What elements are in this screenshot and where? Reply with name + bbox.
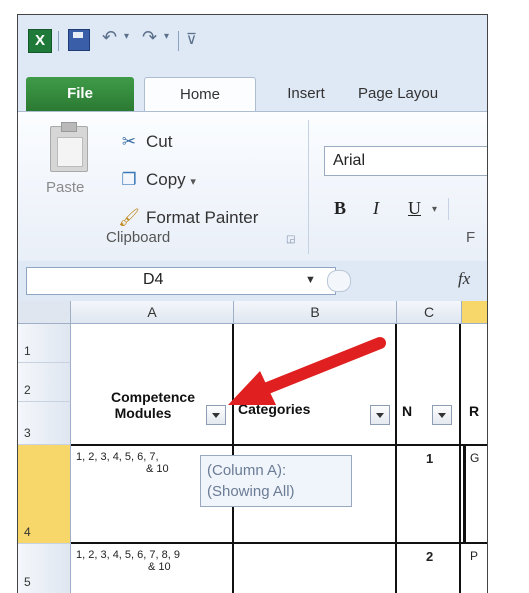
group-divider xyxy=(448,198,449,220)
redo-icon[interactable]: ↷ xyxy=(142,27,157,48)
paste-button[interactable]: Paste xyxy=(46,179,84,196)
quick-access-toolbar: X ↶ ▾ ↷ ▾ ⊽ xyxy=(18,15,487,71)
excel-icon: X xyxy=(28,29,52,53)
name-box[interactable]: D4 ▼ xyxy=(26,267,351,295)
row-header-5[interactable]: 5 xyxy=(18,544,71,593)
font-group-label: F xyxy=(466,229,476,246)
save-icon[interactable] xyxy=(68,29,90,51)
copy-dropdown-icon[interactable]: ▾ xyxy=(190,176,196,188)
cell-d4[interactable]: G xyxy=(470,451,479,465)
paste-icon[interactable] xyxy=(50,122,88,172)
copy-button[interactable]: ❐ Copy ▾ xyxy=(118,170,196,190)
ribbon-tabs: File Home Insert Page Layou xyxy=(18,71,487,113)
cell-border xyxy=(71,542,487,544)
row-header-3[interactable]: 3 xyxy=(18,402,71,445)
underline-button[interactable]: U xyxy=(408,198,421,219)
row-number: 3 xyxy=(24,426,31,440)
header-line: Competence xyxy=(110,389,196,405)
header-line: Modules xyxy=(114,405,172,421)
select-all-corner[interactable] xyxy=(18,301,71,324)
clipboard-group-label: Clipboard xyxy=(106,229,171,246)
row-header-2[interactable]: 2 xyxy=(18,363,71,402)
tab-file[interactable]: File xyxy=(26,77,134,111)
undo-dropdown-icon[interactable]: ▾ xyxy=(124,31,129,42)
cell-border xyxy=(395,324,397,593)
group-divider xyxy=(308,120,309,254)
redo-dropdown-icon[interactable]: ▾ xyxy=(164,31,169,42)
customize-toolbar-icon[interactable]: ⊽ xyxy=(186,30,197,48)
dialog-launcher-icon[interactable]: ◲ xyxy=(286,234,295,245)
header-c: N xyxy=(402,403,413,419)
row-number: 1 xyxy=(24,344,31,358)
row-header-1[interactable]: 1 xyxy=(18,324,71,363)
paintbrush-icon: 🖌 xyxy=(118,208,140,227)
toolbar-divider xyxy=(178,31,179,51)
formula-bar: D4 ▼ fx xyxy=(18,261,487,302)
header-d: R xyxy=(469,403,480,419)
tab-insert[interactable]: Insert xyxy=(266,77,346,111)
name-box-dropdown-icon[interactable]: ▼ xyxy=(305,274,316,286)
excel-window: X ↶ ▾ ↷ ▾ ⊽ File Home Insert Page Layou … xyxy=(17,14,488,593)
row-header-4[interactable]: 4 xyxy=(18,445,71,544)
cell-c5[interactable]: 2 xyxy=(426,549,433,564)
scissors-icon: ✂ xyxy=(121,132,137,151)
tab-page-layout[interactable]: Page Layou xyxy=(358,77,487,111)
cell-a4[interactable]: 1, 2, 3, 4, 5, 6, 7, & 10 xyxy=(76,451,196,475)
insert-function-button[interactable]: fx xyxy=(458,269,470,289)
filter-dropdown-icon[interactable] xyxy=(432,405,452,425)
annotation-arrow xyxy=(228,337,386,405)
cell-line: & 10 xyxy=(148,561,171,573)
cell-c4[interactable]: 1 xyxy=(426,451,433,466)
column-header-b[interactable]: B xyxy=(234,301,397,324)
row-number: 2 xyxy=(24,383,31,397)
cell-border xyxy=(71,444,487,446)
cell-d5[interactable]: P xyxy=(470,549,478,563)
format-painter-label: Format Painter xyxy=(146,208,259,227)
italic-button[interactable]: I xyxy=(373,198,379,219)
column-header-a[interactable]: A xyxy=(71,301,234,324)
undo-icon[interactable]: ↶ xyxy=(102,27,117,48)
worksheet-grid[interactable]: A B C 1 2 3 4 5 Competence Modules Categ… xyxy=(18,301,487,593)
cell-a5[interactable]: 1, 2, 3, 4, 5, 6, 7, 8, 9 & 10 xyxy=(76,549,226,573)
column-header-d[interactable] xyxy=(462,301,487,324)
arrow-shaft xyxy=(254,337,386,397)
cell-line: & 10 xyxy=(146,463,169,475)
font-name-field[interactable]: Arial xyxy=(324,146,487,176)
name-box-handle xyxy=(327,270,351,292)
active-cell-border xyxy=(463,446,466,542)
ribbon-home: Paste ✂ Cut ❐ Copy ▾ 🖌 Format Painter Clipb… xyxy=(18,111,487,263)
toolbar-divider xyxy=(58,31,59,51)
tooltip-line: (Column A): xyxy=(207,462,287,479)
cut-button[interactable]: ✂ Cut xyxy=(118,132,173,152)
row-number: 5 xyxy=(24,575,31,589)
tooltip-line: (Showing All) xyxy=(207,483,295,500)
cell-line: 1, 2, 3, 4, 5, 6, 7, xyxy=(76,451,159,463)
copy-label: Copy xyxy=(146,170,186,189)
header-competence-modules: Competence Modules xyxy=(88,389,218,421)
name-box-value: D4 xyxy=(143,271,164,288)
cell-border xyxy=(459,324,461,593)
column-header-c[interactable]: C xyxy=(397,301,462,324)
tab-home[interactable]: Home xyxy=(144,77,256,113)
bold-button[interactable]: B xyxy=(334,198,346,219)
cell-line: 1, 2, 3, 4, 5, 6, 7, 8, 9 xyxy=(76,549,180,561)
underline-dropdown-icon[interactable]: ▾ xyxy=(432,204,437,215)
copy-icon: ❐ xyxy=(121,170,137,189)
cut-label: Cut xyxy=(146,132,173,151)
row-number: 4 xyxy=(24,525,31,539)
format-painter-button[interactable]: 🖌 Format Painter xyxy=(118,208,258,228)
filter-tooltip: (Column A): (Showing All) xyxy=(200,455,352,507)
